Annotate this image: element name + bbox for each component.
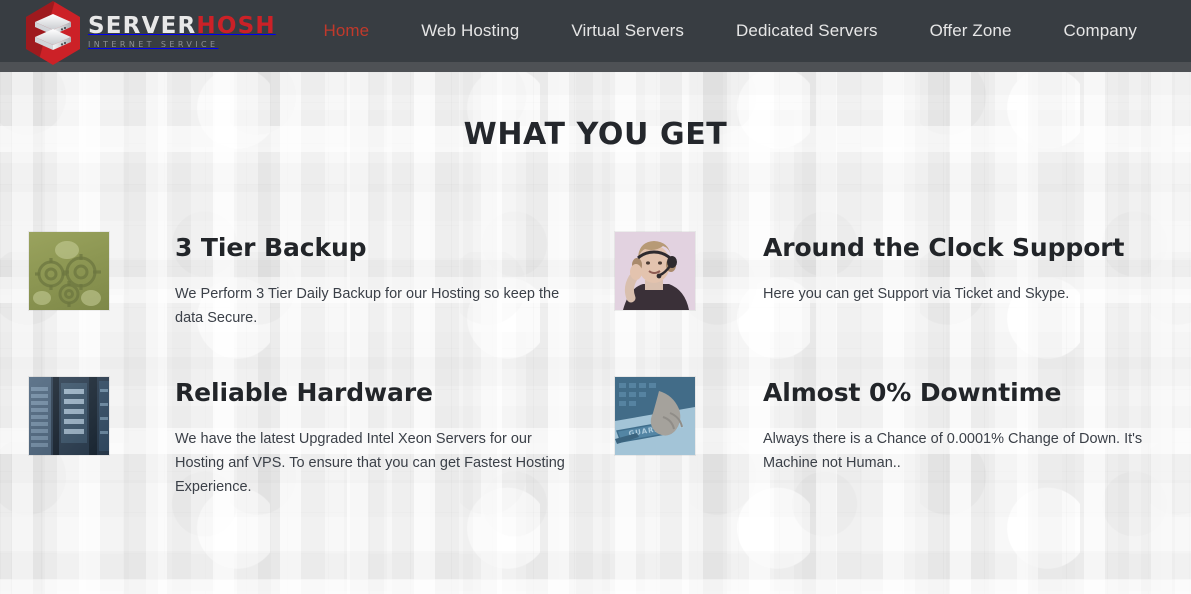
nav-item-home[interactable]: Home — [297, 21, 395, 41]
feature-description: Always there is a Chance of 0.0001% Chan… — [763, 430, 1143, 471]
rack-illustration — [29, 377, 109, 455]
feature-block-downtime: GUARANTEE Almost 0% Downtime Always ther… — [595, 357, 1191, 502]
feature-block-hardware: Reliable Hardware We have the latest Upg… — [0, 357, 595, 502]
feature-title: Around the Clock Support — [763, 233, 1125, 262]
features-grid: 3 Tier Backup We Perform 3 Tier Daily Ba… — [0, 212, 1191, 502]
feature-description: We Perform 3 Tier Daily Backup for our H… — [175, 285, 560, 326]
site-logo[interactable]: SERVERHOSH INTERNET SERVICE — [22, 0, 275, 66]
section-title: WHAT YOU GET — [463, 117, 728, 152]
feature-block-support: Around the Clock Support Here you can ge… — [595, 212, 1191, 357]
agent-illustration — [615, 232, 695, 310]
nav-item-dedicated-servers[interactable]: Dedicated Servers — [710, 21, 904, 41]
feature-title: Almost 0% Downtime — [763, 378, 1062, 407]
feature-image-server-rack — [29, 377, 109, 455]
nav-item-web-hosting[interactable]: Web Hosting — [395, 21, 545, 41]
nav-item-virtual-servers[interactable]: Virtual Servers — [545, 21, 710, 41]
server-stack-hexagon-logo-icon — [22, 0, 84, 66]
feature-description: Here you can get Support via Ticket and … — [763, 285, 1070, 302]
logo-word-hosh: HOSH — [196, 13, 276, 39]
guarantee-illustration: GUARANTEE — [615, 377, 695, 455]
feature-text-downtime: Almost 0% Downtime Always there is a Cha… — [695, 357, 1151, 475]
feature-text-support: Around the Clock Support Here you can ge… — [695, 212, 1151, 306]
feature-block-backup: 3 Tier Backup We Perform 3 Tier Daily Ba… — [0, 212, 595, 357]
feature-text-backup: 3 Tier Backup We Perform 3 Tier Daily Ba… — [109, 212, 567, 330]
nav-item-offer-zone[interactable]: Offer Zone — [904, 21, 1038, 41]
nav-item-company[interactable]: Company — [1038, 21, 1163, 41]
logo-word-server: SERVER — [88, 13, 197, 39]
guarantee-highlighter-photo-icon: GUARANTEE — [615, 377, 695, 455]
logo-wordmark: SERVERHOSH INTERNET SERVICE — [88, 15, 276, 51]
feature-title: 3 Tier Backup — [175, 233, 367, 262]
logo-tagline: INTERNET SERVICE — [88, 40, 219, 49]
gears-illustration — [33, 241, 101, 307]
server-rack-datacenter-photo-icon — [29, 377, 109, 455]
feature-text-hardware: Reliable Hardware We have the latest Upg… — [109, 357, 567, 499]
main-content: WHAT YOU GET 3 Tier Backup We Perform 3 … — [0, 62, 1191, 594]
main-navigation: Home Web Hosting Virtual Servers Dedicat… — [297, 0, 1163, 62]
server-stack-icon — [35, 14, 71, 50]
support-agent-headset-photo-icon — [615, 232, 695, 310]
feature-image-guarantee: GUARANTEE — [615, 377, 695, 455]
feature-description: We have the latest Upgraded Intel Xeon S… — [175, 430, 565, 495]
feature-title: Reliable Hardware — [175, 378, 433, 407]
gears-machinery-photo-icon — [29, 232, 109, 310]
feature-image-gears — [29, 232, 109, 310]
feature-image-support-agent — [615, 232, 695, 310]
